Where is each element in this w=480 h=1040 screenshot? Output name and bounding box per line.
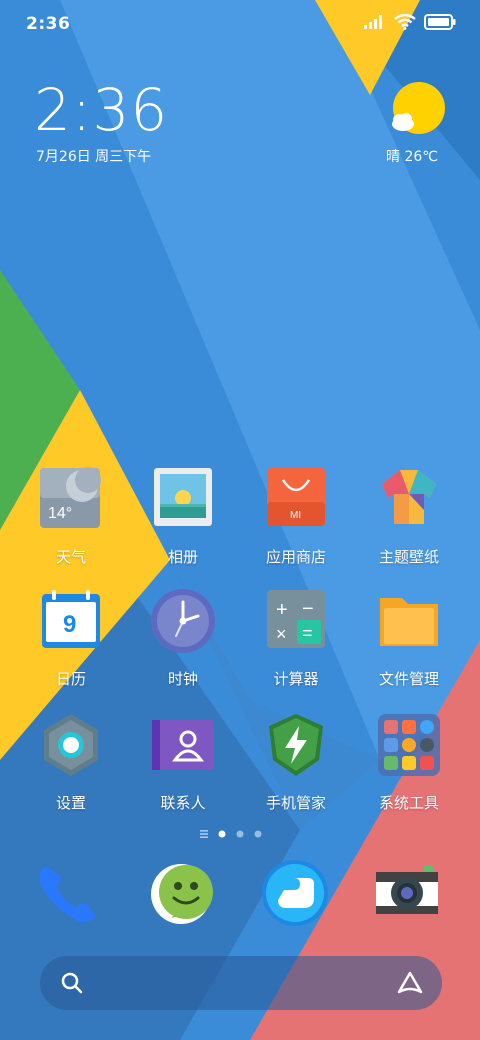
browser-icon[interactable] <box>260 858 330 928</box>
svg-text:MI: MI <box>290 510 301 521</box>
app-store-icon: MI <box>267 468 325 526</box>
shield-icon <box>269 714 323 776</box>
clock-icon <box>151 589 215 653</box>
svg-text:−: − <box>302 598 314 620</box>
phone-icon[interactable] <box>34 858 104 928</box>
app-label: 天气 <box>55 548 86 566</box>
signal-icon <box>364 15 382 29</box>
gallery-app-icon <box>154 468 212 526</box>
weather-app-temp: 14° <box>48 505 72 522</box>
app-label: 日历 <box>55 670 86 688</box>
tools-folder[interactable]: 系统工具 <box>354 712 464 813</box>
wifi-icon <box>394 14 416 30</box>
contacts-icon <box>152 720 214 770</box>
calculator-app[interactable]: + − × = 计算器 <box>241 588 351 689</box>
svg-text:=: = <box>302 623 313 643</box>
messages-icon[interactable] <box>146 858 216 928</box>
assistant-icon[interactable] <box>396 970 424 996</box>
battery-icon <box>424 14 456 30</box>
status-bar: 2:36 <box>0 0 480 50</box>
themes-app[interactable]: 主题壁纸 <box>354 466 464 567</box>
themes-icon <box>382 470 436 524</box>
app-label: 文件管理 <box>378 670 439 688</box>
security-app[interactable]: 手机管家 <box>241 712 351 813</box>
gear-icon <box>44 714 98 776</box>
calendar-app[interactable]: 9 日历 <box>16 588 126 689</box>
app-label: 计算器 <box>273 670 319 688</box>
app-label: 主题壁纸 <box>378 548 439 566</box>
app-label: 时钟 <box>167 670 198 688</box>
camera-icon[interactable] <box>372 858 442 928</box>
app-label: 系统工具 <box>378 794 439 812</box>
app-label: 相册 <box>167 548 198 566</box>
app-label: 设置 <box>55 794 86 812</box>
app-label: 应用商店 <box>265 548 326 566</box>
file-manager-app[interactable]: 文件管理 <box>354 588 464 689</box>
app-label: 手机管家 <box>265 794 326 812</box>
tools-folder-icon <box>378 714 440 776</box>
weather-app[interactable]: 14° 天气 <box>16 466 126 567</box>
calculator-icon: + − × = <box>267 590 325 648</box>
search-bar[interactable] <box>40 956 442 1010</box>
clock-app[interactable]: 时钟 <box>128 588 238 689</box>
app-label: 联系人 <box>160 794 206 812</box>
status-time: 2:36 <box>26 14 71 34</box>
clock-widget-date: 7月26日 周三下午 <box>36 149 152 165</box>
svg-text:×: × <box>276 624 287 644</box>
calendar-day: 9 <box>63 611 76 638</box>
app-store-app[interactable]: MI 应用商店 <box>241 466 351 567</box>
page-indicator[interactable] <box>198 826 282 842</box>
gallery-app[interactable]: 相册 <box>128 466 238 567</box>
contacts-app[interactable]: 联系人 <box>128 712 238 813</box>
weather-widget-text: 晴 26℃ <box>386 149 438 165</box>
settings-app[interactable]: 设置 <box>16 712 126 813</box>
weather-app-icon: 14° <box>40 467 101 528</box>
sunny-weather-icon[interactable] <box>389 82 445 138</box>
svg-text:+: + <box>276 599 288 621</box>
clock-widget-time[interactable]: 2:36 <box>34 78 168 142</box>
folder-icon <box>380 598 438 646</box>
calendar-icon: 9 <box>42 590 100 648</box>
search-icon[interactable] <box>60 971 84 995</box>
